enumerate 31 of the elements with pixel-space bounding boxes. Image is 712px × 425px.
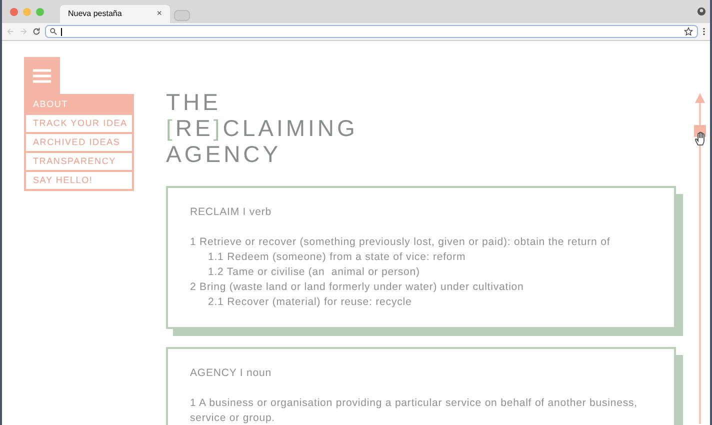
browser-tab[interactable]: Nueva pestaña × [60, 5, 170, 23]
search-icon [50, 28, 57, 35]
definition-sense: 1 Retrieve or recover (something previously lost, given or paid): obtain the return of [190, 235, 612, 250]
title-line: AGENCY [166, 141, 282, 167]
definition-sense: 1 A business or organisation providing a particular service on behalf of another business, service or group. [190, 396, 638, 425]
menu-item[interactable]: SAY HELLO! [26, 172, 132, 189]
hamburger-button[interactable] [24, 57, 60, 94]
zoom-window-icon[interactable] [36, 8, 44, 16]
back-icon[interactable] [6, 27, 15, 36]
tab-title: Nueva pestaña [68, 8, 122, 20]
definition-heading: RECLAIM I verb [190, 205, 272, 220]
menu-item[interactable]: TRACK YOUR IDEA [26, 115, 132, 132]
profile-icon[interactable] [697, 7, 706, 16]
title-line: [RE]CLAIMING [166, 115, 359, 141]
menu-icon[interactable] [702, 27, 706, 36]
menu-item[interactable]: ARCHIVED IDEAS [26, 134, 132, 151]
reload-icon[interactable] [32, 27, 41, 36]
title-line: THE [166, 89, 222, 115]
forward-icon[interactable] [19, 27, 28, 36]
close-window-icon[interactable] [10, 8, 18, 16]
definition-sense: 2.1 Recover (material) for reuse: recycle [207, 295, 413, 310]
minimize-window-icon[interactable] [23, 8, 31, 16]
star-icon[interactable] [684, 27, 693, 36]
menu-item[interactable]: TRANSPARENCY [26, 153, 132, 170]
definition-heading: AGENCY I noun [190, 366, 272, 381]
definition-sense: 1.2 Tame or civilise (an animal or person) [207, 265, 421, 280]
definition-sense: 2 Bring (waste land or land formerly under water) under cultivation [190, 280, 525, 295]
menu-icon [33, 68, 51, 82]
definition-sense: 1.1 Redeem (someone) from a state of vice: reform [207, 250, 467, 265]
tab-close-button[interactable]: × [156, 7, 162, 21]
new-tab-button[interactable] [174, 10, 190, 21]
